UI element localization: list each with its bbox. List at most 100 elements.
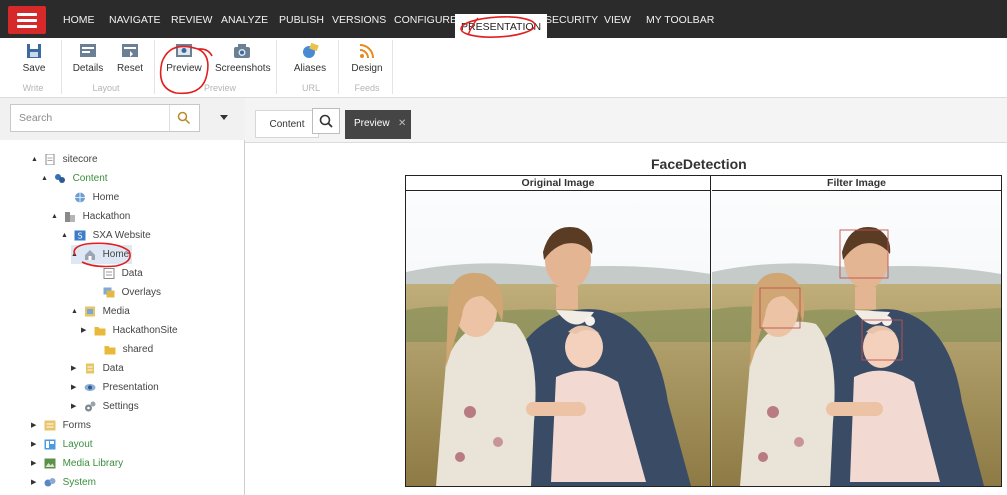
tree-item-data[interactable]: Data xyxy=(90,264,143,283)
tree-item-label: Media Library xyxy=(62,458,124,469)
folder-icon xyxy=(104,346,116,355)
tree-item-data-folder[interactable]: ▶ Data xyxy=(71,359,124,378)
design-button[interactable]: Design xyxy=(349,42,385,74)
details-icon xyxy=(80,44,96,57)
group-label-layout: Layout xyxy=(92,83,120,93)
tree-item-presentation[interactable]: ▶ Presentation xyxy=(71,378,159,397)
tree-item-label: Hackathon xyxy=(82,211,131,222)
nav-view[interactable]: VIEW xyxy=(604,0,631,38)
filter-image-column: Filter Image xyxy=(712,176,1001,486)
tree-item-forms[interactable]: ▶ Forms xyxy=(31,416,91,435)
nav-analyze[interactable]: ANALYZE xyxy=(221,0,268,38)
collapse-toggle-icon[interactable]: ▲ xyxy=(71,245,81,264)
nav-review[interactable]: REVIEW xyxy=(171,0,212,38)
content-icon xyxy=(54,174,65,183)
search-icon[interactable] xyxy=(177,111,191,125)
nav-my-toolbar[interactable]: MY TOOLBAR xyxy=(646,0,714,38)
tree-item-hackathon[interactable]: ▲ Hackathon xyxy=(51,207,130,226)
tree-item-label: Home xyxy=(92,192,120,203)
reset-icon xyxy=(122,44,138,57)
tree-item-hackathonsite[interactable]: ▶ HackathonSite xyxy=(81,321,178,340)
tree-item-home[interactable]: Home xyxy=(61,188,119,207)
collapse-toggle-icon[interactable]: ▲ xyxy=(61,226,71,245)
hamburger-menu-icon[interactable] xyxy=(8,6,46,34)
tree-item-media[interactable]: ▲ Media xyxy=(71,302,130,321)
collapse-toggle-icon[interactable]: ▲ xyxy=(31,150,41,169)
expand-toggle-icon[interactable]: ▶ xyxy=(31,416,41,435)
tab-search-button[interactable] xyxy=(312,108,340,134)
tree-item-label: Forms xyxy=(62,420,91,431)
nav-navigate[interactable]: NAVIGATE xyxy=(109,0,161,38)
ribbon-divider xyxy=(61,40,62,94)
close-tab-icon[interactable]: ✕ xyxy=(398,110,406,138)
tree-item-content[interactable]: ▲ Content xyxy=(41,169,108,188)
tree-item-system[interactable]: ▶ System xyxy=(31,473,96,492)
nav-presentation[interactable]: PRESENTATION xyxy=(455,14,548,38)
tree-item-media-library[interactable]: ▶ Media Library xyxy=(31,454,123,473)
nav-home[interactable]: HOME xyxy=(63,0,95,38)
search-bar: Search xyxy=(0,98,245,140)
nav-security[interactable]: SECURITY xyxy=(545,0,598,38)
collapse-toggle-icon[interactable]: ▲ xyxy=(51,207,61,226)
tree-item-sxa-website[interactable]: ▲ S SXA Website xyxy=(61,226,151,245)
collapse-toggle-icon[interactable]: ▲ xyxy=(41,169,51,188)
expand-toggle-icon[interactable]: ▶ xyxy=(31,435,41,454)
reset-button[interactable]: Reset xyxy=(114,42,146,74)
tree-item-layout[interactable]: ▶ Layout xyxy=(31,435,93,454)
home-globe-icon xyxy=(74,192,85,203)
design-label: Design xyxy=(351,63,383,74)
search-divider xyxy=(169,105,170,131)
preview-button[interactable]: Preview xyxy=(164,42,204,74)
search-icon xyxy=(319,114,333,128)
nav-versions[interactable]: VERSIONS xyxy=(332,0,386,38)
data-icon xyxy=(103,268,115,279)
tree-item-label: Home xyxy=(102,249,130,260)
page-title: FaceDetection xyxy=(651,156,747,172)
tree-item-home-selected[interactable]: ▲ Home xyxy=(71,245,133,264)
expand-toggle-icon[interactable]: ▶ xyxy=(31,473,41,492)
forms-icon xyxy=(44,420,56,431)
tenant-icon xyxy=(64,212,75,222)
nav-publish[interactable]: PUBLISH xyxy=(279,0,324,38)
tree-item-label: System xyxy=(62,477,96,488)
save-button[interactable]: Save xyxy=(20,42,48,74)
tab-preview[interactable]: Preview ✕ xyxy=(345,110,411,139)
collapse-toggle-icon[interactable]: ▲ xyxy=(71,302,81,321)
details-button[interactable]: Details xyxy=(70,42,106,74)
tree-item-shared[interactable]: shared xyxy=(91,340,153,359)
screenshots-button[interactable]: Screenshots xyxy=(215,42,271,74)
tab-content[interactable]: Content xyxy=(255,110,319,138)
tree-item-label: shared xyxy=(122,344,154,355)
nav-configure[interactable]: CONFIGURE xyxy=(394,0,457,38)
column-header: Filter Image xyxy=(712,176,1001,191)
overlays-icon xyxy=(103,287,115,298)
tree-item-sitecore[interactable]: ▲ sitecore xyxy=(31,150,98,169)
expand-toggle-icon[interactable]: ▶ xyxy=(31,454,41,473)
search-input[interactable]: Search xyxy=(19,112,52,124)
expand-toggle-icon[interactable]: ▶ xyxy=(71,359,81,378)
screenshots-label: Screenshots xyxy=(215,63,271,74)
top-navigation-bar: HOME NAVIGATE REVIEW ANALYZE PUBLISH VER… xyxy=(0,0,1007,38)
reset-label: Reset xyxy=(116,63,144,74)
camera-icon xyxy=(234,44,250,58)
group-label-preview: Preview xyxy=(203,83,236,93)
expand-toggle-icon[interactable]: ▶ xyxy=(81,321,91,340)
face-detection-table: Original Image Filter Image xyxy=(405,175,1002,487)
tree-item-settings[interactable]: ▶ Settings xyxy=(71,397,139,416)
expand-toggle-icon[interactable]: ▶ xyxy=(71,397,81,416)
tab-preview-label: Preview xyxy=(354,118,390,129)
save-icon xyxy=(27,44,41,58)
column-header: Original Image xyxy=(406,176,710,191)
media-icon xyxy=(84,306,95,317)
tree-item-overlays[interactable]: Overlays xyxy=(90,283,161,302)
tree-item-label: HackathonSite xyxy=(112,325,178,336)
ribbon-divider xyxy=(154,40,155,94)
expand-toggle-icon[interactable]: ▶ xyxy=(71,378,81,397)
search-box[interactable]: Search xyxy=(10,104,200,132)
aliases-button[interactable]: Aliases xyxy=(290,42,330,74)
tree-item-label: Content xyxy=(72,173,108,184)
tree-item-label: Overlays xyxy=(121,287,162,298)
aliases-icon xyxy=(303,42,319,58)
ribbon-divider xyxy=(276,40,277,94)
search-dropdown-chevron-icon[interactable] xyxy=(220,115,228,120)
